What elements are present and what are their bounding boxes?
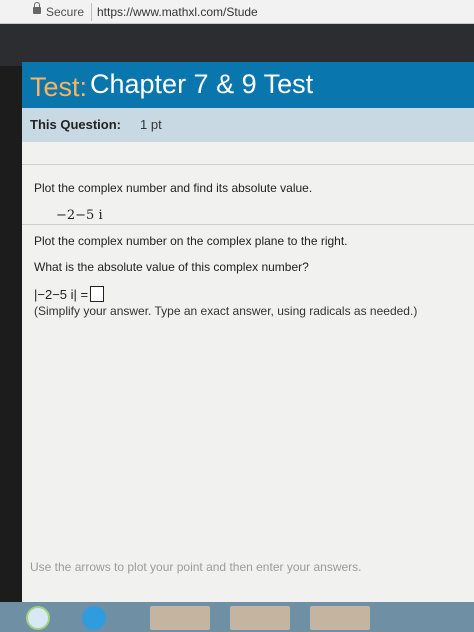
- answer-expression: |−2−5 i| =: [34, 286, 89, 302]
- page-title: Chapter 7 & 9 Test: [90, 69, 314, 99]
- url-separator: [91, 3, 92, 21]
- footer-hint: Use the arrows to plot your point and th…: [30, 560, 362, 574]
- browser-toolbar-strip: [0, 24, 474, 66]
- browser-taskbar-icon[interactable]: [82, 606, 106, 630]
- complex-number: −2−5 i: [56, 208, 103, 223]
- lock-icon: [33, 2, 41, 14]
- taskbar-item[interactable]: [230, 606, 290, 630]
- absolute-value-prompt: What is the absolute value of this compl…: [34, 260, 309, 274]
- start-icon[interactable]: [26, 606, 50, 630]
- instruction-text: Plot the complex number and find its abs…: [34, 181, 313, 195]
- browser-address-bar[interactable]: Secure https://www.mathxl.com/Stude: [0, 0, 474, 24]
- taskbar-item[interactable]: [150, 606, 210, 630]
- title-prefix: Test:: [30, 72, 88, 102]
- test-title-bar: Test: Chapter 7 & 9 Test: [22, 62, 474, 108]
- taskbar: [0, 602, 474, 632]
- answer-hint: (Simplify your answer. Type an exact ans…: [34, 304, 418, 318]
- secure-label: Secure: [46, 5, 85, 19]
- divider: [22, 164, 474, 165]
- taskbar-item[interactable]: [310, 606, 370, 630]
- answer-input[interactable]: [90, 286, 105, 302]
- answer-row: |−2−5 i| =: [34, 286, 105, 302]
- plot-prompt: Plot the complex number on the complex p…: [34, 234, 348, 248]
- url-text[interactable]: https://www.mathxl.com/Stude: [97, 5, 258, 19]
- question-label: This Question:: [30, 117, 121, 132]
- question-panel: Plot the complex number and find its abs…: [22, 142, 474, 602]
- question-points: 1 pt: [140, 117, 162, 132]
- question-info-bar: This Question: 1 pt: [22, 108, 474, 143]
- divider: [22, 224, 474, 225]
